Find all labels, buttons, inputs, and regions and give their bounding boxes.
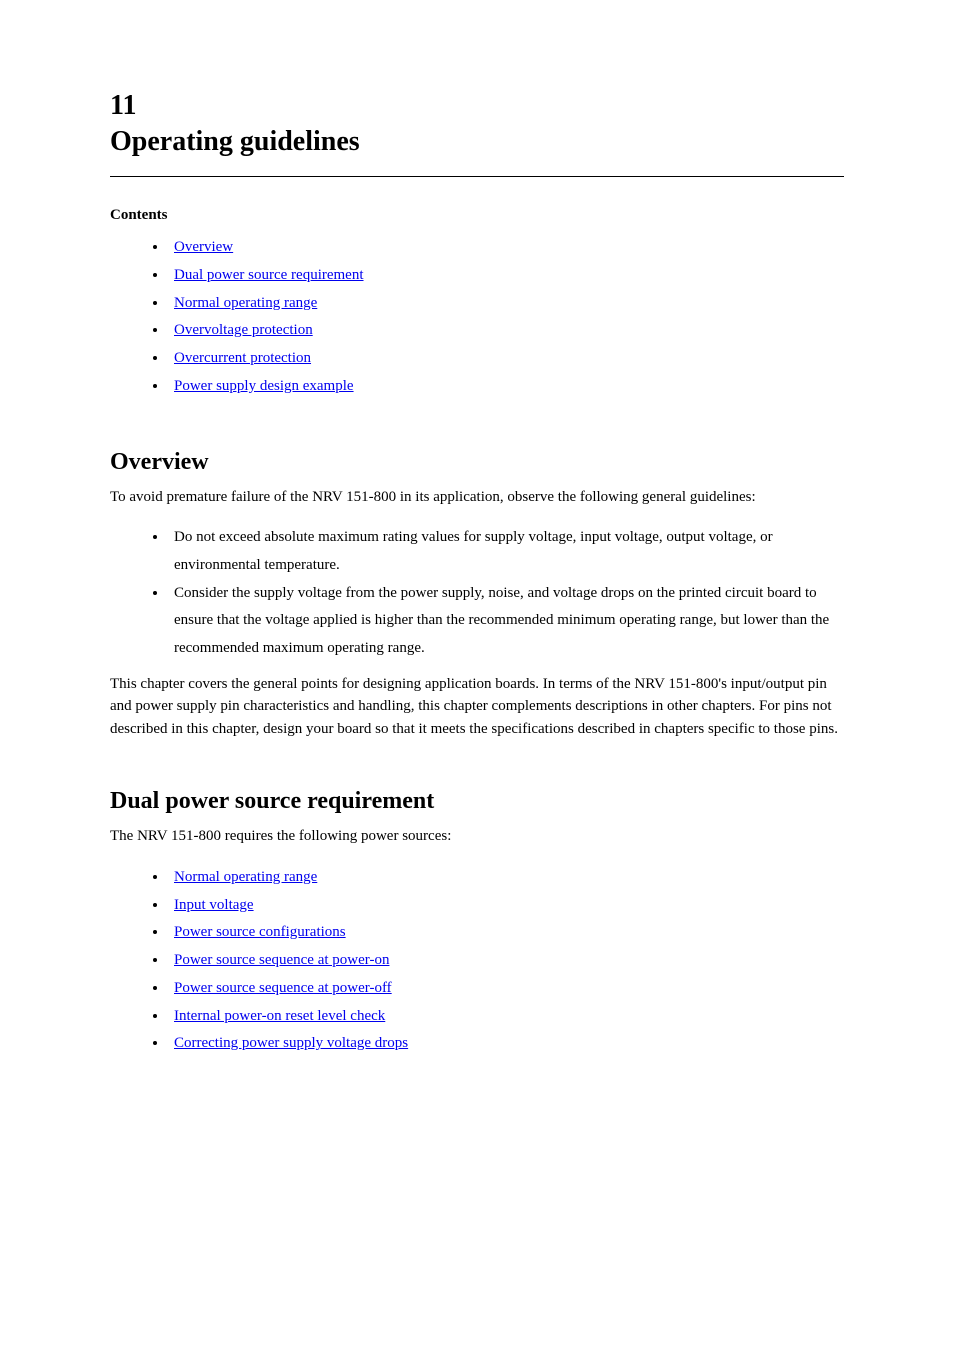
contents-item: Overview xyxy=(168,234,844,262)
dual-power-item: Input voltage xyxy=(168,892,844,920)
section-number: 11 xyxy=(110,90,844,122)
contents-item: Normal operating range xyxy=(168,290,844,318)
link-seq-power-off[interactable]: Power source sequence at power-off xyxy=(174,980,392,996)
contents-link-overcurrent[interactable]: Overcurrent protection xyxy=(174,350,311,366)
contents-link-normal-range[interactable]: Normal operating range xyxy=(174,295,317,311)
overview-followup: This chapter covers the general points f… xyxy=(110,673,844,741)
contents-link-overvoltage[interactable]: Overvoltage protection xyxy=(174,322,313,338)
link-input-voltage[interactable]: Input voltage xyxy=(174,897,254,913)
dual-power-item: Correcting power supply voltage drops xyxy=(168,1030,844,1058)
contents-list: Overview Dual power source requirement N… xyxy=(110,234,844,401)
contents-item: Overvoltage protection xyxy=(168,317,844,345)
contents-link-overview[interactable]: Overview xyxy=(174,239,233,255)
contents-item: Power supply design example xyxy=(168,373,844,401)
link-power-configs[interactable]: Power source configurations xyxy=(174,924,346,940)
dual-power-item: Power source configurations xyxy=(168,919,844,947)
link-reset-level[interactable]: Internal power-on reset level check xyxy=(174,1008,385,1024)
overview-heading: Overview xyxy=(110,449,844,476)
dual-power-item: Internal power-on reset level check xyxy=(168,1003,844,1031)
overview-bullet: Do not exceed absolute maximum rating va… xyxy=(168,524,844,580)
dual-power-heading: Dual power source requirement xyxy=(110,788,844,815)
overview-bullets: Do not exceed absolute maximum rating va… xyxy=(110,524,844,663)
section-title: Operating guidelines xyxy=(110,126,844,158)
dual-power-links: Normal operating range Input voltage Pow… xyxy=(110,864,844,1058)
dual-power-item: Power source sequence at power-on xyxy=(168,947,844,975)
contents-label: Contents xyxy=(110,207,844,224)
link-normal-range[interactable]: Normal operating range xyxy=(174,869,317,885)
contents-item: Dual power source requirement xyxy=(168,262,844,290)
dual-power-item: Power source sequence at power-off xyxy=(168,975,844,1003)
contents-item: Overcurrent protection xyxy=(168,345,844,373)
title-rule xyxy=(110,176,844,177)
link-voltage-drops[interactable]: Correcting power supply voltage drops xyxy=(174,1035,408,1051)
contents-link-dual-power[interactable]: Dual power source requirement xyxy=(174,267,364,283)
overview-intro: To avoid premature failure of the NRV 15… xyxy=(110,486,844,509)
dual-power-item: Normal operating range xyxy=(168,864,844,892)
overview-bullet: Consider the supply voltage from the pow… xyxy=(168,580,844,663)
link-seq-power-on[interactable]: Power source sequence at power-on xyxy=(174,952,389,968)
dual-power-intro: The NRV 151-800 requires the following p… xyxy=(110,825,844,848)
contents-link-design-example[interactable]: Power supply design example xyxy=(174,378,354,394)
page: 11 Operating guidelines Contents Overvie… xyxy=(0,0,954,1128)
